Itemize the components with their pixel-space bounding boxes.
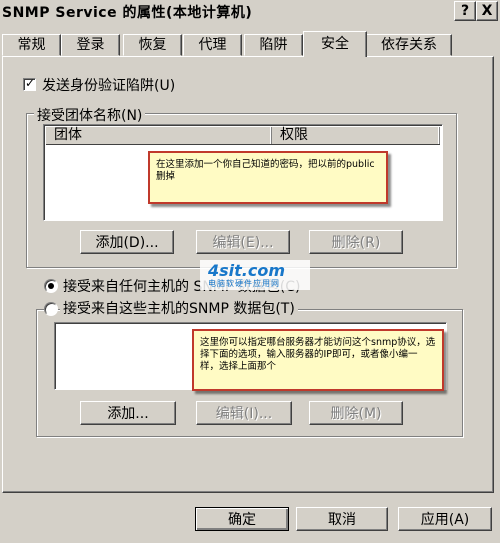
site-watermark: 4sit.com 电脑软硬件应用网 <box>200 260 310 290</box>
edit-community-button[interactable]: 编辑(E)... <box>196 230 290 254</box>
close-button[interactable]: X <box>476 1 498 21</box>
column-rights[interactable]: 权限 <box>272 127 440 144</box>
remove-community-button[interactable]: 删除(R) <box>309 230 403 254</box>
send-auth-trap-label[interactable]: 发送身份验证陷阱(U) <box>42 75 175 95</box>
accept-these-hosts-radio[interactable] <box>44 302 58 316</box>
tab-strip: 常规 登录 恢复 代理 陷阱 安全 依存关系 <box>0 31 500 57</box>
edit-host-button[interactable]: 编辑(I)... <box>196 401 292 425</box>
ok-button[interactable]: 确定 <box>195 507 289 531</box>
help-button[interactable]: ? <box>454 1 476 21</box>
tab-recovery[interactable]: 恢复 <box>123 34 182 56</box>
tab-general[interactable]: 常规 <box>2 34 61 56</box>
send-auth-trap-checkbox[interactable]: ✓ <box>23 76 36 91</box>
radio-selected-dot <box>48 283 54 289</box>
checkmark-icon: ✓ <box>25 76 36 90</box>
watermark-subtitle: 电脑软硬件应用网 <box>208 279 280 288</box>
column-community[interactable]: 团体 <box>46 127 272 144</box>
remove-host-button[interactable]: 删除(M) <box>309 401 403 425</box>
tab-dependencies[interactable]: 依存关系 <box>366 34 452 56</box>
accept-these-hosts-label[interactable]: 接受来自这些主机的SNMP 数据包(T) <box>60 298 298 318</box>
add-community-button[interactable]: 添加(D)... <box>80 230 174 254</box>
accept-any-host-radio[interactable] <box>44 279 58 293</box>
tab-agent[interactable]: 代理 <box>183 34 242 56</box>
title-bar[interactable]: SNMP Service 的属性(本地计算机) ? X <box>0 0 500 22</box>
tab-logon[interactable]: 登录 <box>61 34 120 56</box>
hosts-annotation: 这里你可以指定哪台服务器才能访问这个snmp协议，选择下面的选项，输入服务器的I… <box>192 329 444 391</box>
tab-traps[interactable]: 陷阱 <box>244 34 303 56</box>
communities-group-title: 接受团体名称(N) <box>34 105 146 125</box>
apply-button[interactable]: 应用(A) <box>398 507 492 531</box>
tab-security[interactable]: 安全 <box>303 31 367 57</box>
window-title: SNMP Service 的属性(本地计算机) <box>2 5 253 21</box>
add-host-button[interactable]: 添加... <box>80 401 176 425</box>
cancel-button[interactable]: 取消 <box>296 507 388 531</box>
communities-list-header: 团体 权限 <box>46 127 440 145</box>
communities-annotation: 在这里添加一个你自己知道的密码，把以前的public删掉 <box>148 151 388 204</box>
